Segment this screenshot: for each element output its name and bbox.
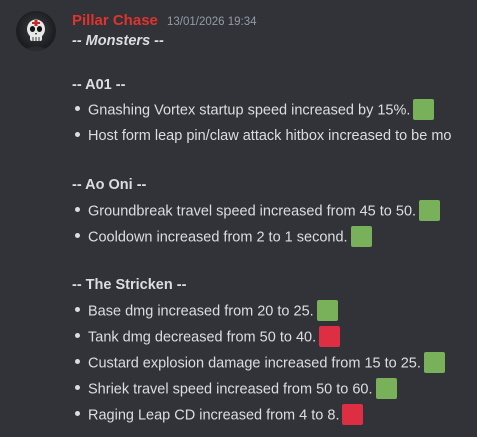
- green-square-icon: [423, 352, 445, 373]
- author-name[interactable]: Pillar Chase: [72, 12, 158, 29]
- list-item: Tank dmg decreased from 50 to 40.: [72, 326, 341, 348]
- bullet-icon: [75, 411, 80, 416]
- message-title: -- Monsters --: [72, 33, 164, 49]
- bullet-icon: [75, 233, 80, 238]
- bullet-icon: [75, 385, 80, 390]
- skull-avatar-icon: [22, 19, 50, 51]
- section-heading-the-stricken: -- The Stricken --: [72, 277, 187, 293]
- list-item-text: Custard explosion damage increased from …: [88, 355, 421, 372]
- list-item: Cooldown increased from 2 to 1 second.: [72, 226, 372, 248]
- avatar[interactable]: [16, 11, 56, 51]
- green-square-icon: [350, 226, 372, 247]
- list-item: Gnashing Vortex startup speed increased …: [72, 99, 435, 121]
- list-item-text: Shriek travel speed increased from 50 to…: [88, 381, 373, 398]
- list-item: Custard explosion damage increased from …: [72, 352, 445, 374]
- red-square-icon: [342, 404, 364, 425]
- list-item: Shriek travel speed increased from 50 to…: [72, 378, 397, 400]
- list-item: Groundbreak travel speed increased from …: [72, 200, 441, 222]
- list-item-text: Tank dmg decreased from 50 to 40.: [88, 329, 317, 346]
- red-square-icon: [319, 326, 341, 347]
- list-item-text: Cooldown increased from 2 to 1 second.: [88, 229, 348, 246]
- list-item-text: Base dmg increased from 20 to 25.: [88, 303, 314, 320]
- message-timestamp[interactable]: 13/01/2026 19:34: [167, 16, 257, 28]
- section-heading-a01: -- A01 --: [72, 77, 126, 93]
- list-item: Raging Leap CD increased from 4 to 8.: [72, 404, 364, 426]
- section-heading-ao-oni: -- Ao Oni --: [72, 177, 147, 193]
- bullet-icon: [75, 307, 80, 312]
- list-item: Host form leap pin/claw attack hitbox in…: [72, 126, 451, 146]
- list-item-text: Groundbreak travel speed increased from …: [88, 203, 417, 220]
- list-item-text: Gnashing Vortex startup speed increased …: [88, 102, 411, 119]
- green-square-icon: [375, 378, 397, 399]
- bullet-icon: [75, 333, 80, 338]
- list-item: Base dmg increased from 20 to 25.: [72, 300, 338, 322]
- green-square-icon: [413, 99, 435, 120]
- bullet-icon: [75, 131, 80, 137]
- green-square-icon: [316, 300, 338, 321]
- message-header: Pillar Chase 13/01/2026 19:34: [72, 10, 257, 30]
- bullet-icon: [75, 207, 80, 212]
- bullet-icon: [75, 106, 80, 111]
- chat-message: Pillar Chase 13/01/2026 19:34 -- Monster…: [0, 0, 477, 437]
- list-item-text: Host form leap pin/claw attack hitbox in…: [88, 128, 452, 144]
- green-square-icon: [419, 200, 441, 221]
- list-item-text: Raging Leap CD increased from 4 to 8.: [88, 407, 340, 424]
- bullet-icon: [75, 359, 80, 364]
